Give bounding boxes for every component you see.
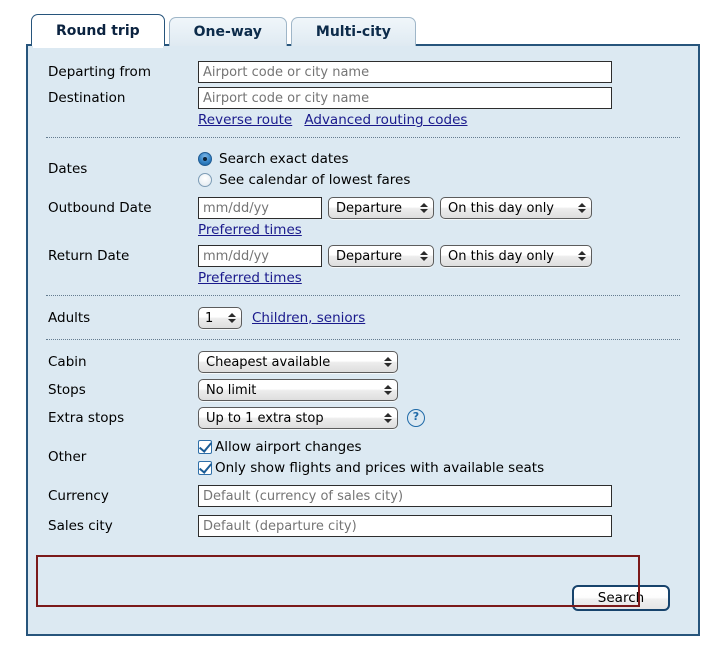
currency-label: Currency: [48, 488, 109, 504]
return-date-label: Return Date: [48, 248, 130, 264]
cabin-value: Cheapest available: [206, 354, 331, 370]
cabin-row: Cabin Cheapest available: [46, 350, 680, 374]
cabin-label: Cabin: [48, 354, 87, 370]
radio-search-exact-dates[interactable]: Search exact dates: [198, 148, 680, 169]
radio-see-calendar-lowest-fares-label: See calendar of lowest fares: [219, 171, 411, 188]
checkbox-only-available-seats-label: Only show flights and prices with availa…: [215, 459, 545, 476]
stepper-arrows-icon: [418, 247, 429, 265]
tab-round-trip[interactable]: Round trip: [31, 14, 165, 48]
checkbox-allow-airport-changes-label: Allow airport changes: [215, 438, 362, 455]
outbound-preferred-times-row: Preferred times: [46, 222, 680, 238]
currency-input[interactable]: [198, 485, 612, 507]
outbound-date-row: Outbound Date Departure On this day only: [46, 196, 680, 220]
stops-row: Stops No limit: [46, 378, 680, 402]
checkbox-checked-icon: [198, 460, 212, 475]
departing-from-label: Departing from: [48, 64, 151, 80]
sales-city-label: Sales city: [48, 518, 113, 534]
stops-label: Stops: [48, 382, 86, 398]
checkbox-checked-icon: [198, 439, 212, 454]
departing-from-input[interactable]: [198, 61, 612, 83]
dates-row: Dates Search exact dates See calendar of…: [46, 148, 680, 190]
other-label: Other: [48, 449, 87, 465]
destination-label: Destination: [48, 90, 126, 106]
destination-row: Destination: [46, 86, 680, 110]
radio-unselected-icon: [198, 172, 212, 187]
reverse-route-link[interactable]: Reverse route: [198, 112, 292, 128]
trip-type-tabs: Round trip One-way Multi-city: [31, 14, 420, 48]
return-preferred-times-link[interactable]: Preferred times: [198, 270, 302, 286]
other-row: Other Allow airport changes Only show fl…: [46, 436, 680, 478]
cabin-select[interactable]: Cheapest available: [198, 351, 398, 373]
checkbox-only-available-seats[interactable]: Only show flights and prices with availa…: [198, 457, 680, 478]
return-time-type-select[interactable]: Departure: [328, 245, 434, 267]
children-seniors-link[interactable]: Children, seniors: [252, 310, 365, 326]
flight-search-panel: Departing from Destination Reverse route…: [26, 44, 700, 636]
question-mark-circle-icon[interactable]: ?: [407, 409, 425, 427]
tab-one-way[interactable]: One-way: [168, 17, 287, 46]
stepper-arrows-icon: [382, 353, 393, 371]
advanced-routing-codes-link[interactable]: Advanced routing codes: [304, 112, 467, 128]
radio-search-exact-dates-label: Search exact dates: [219, 150, 349, 167]
return-day-range-select[interactable]: On this day only: [440, 245, 592, 267]
extra-stops-value: Up to 1 extra stop: [206, 410, 324, 426]
tab-multi-city-label: Multi-city: [315, 24, 391, 40]
extra-stops-label: Extra stops: [48, 410, 125, 426]
sales-city-input[interactable]: [198, 515, 612, 537]
return-time-type-value: Departure: [336, 248, 402, 264]
return-preferred-times-row: Preferred times: [46, 270, 680, 286]
outbound-date-label: Outbound Date: [48, 200, 152, 216]
separator-dates: [46, 295, 680, 297]
checkbox-allow-airport-changes[interactable]: Allow airport changes: [198, 436, 680, 457]
adults-count-value: 1: [205, 310, 214, 326]
stops-select[interactable]: No limit: [198, 379, 398, 401]
tab-round-trip-label: Round trip: [56, 22, 140, 39]
search-button-label: Search: [597, 590, 645, 606]
separator-passengers: [46, 339, 680, 341]
radio-selected-icon: [198, 151, 212, 166]
return-day-range-value: On this day only: [448, 248, 554, 264]
adults-count-select[interactable]: 1: [198, 307, 242, 329]
stepper-arrows-icon: [226, 309, 237, 327]
departing-from-row: Departing from: [46, 60, 680, 84]
return-date-input[interactable]: [198, 245, 322, 267]
adults-row: Adults 1 Children, seniors: [46, 306, 680, 330]
search-button[interactable]: Search: [572, 585, 670, 611]
stepper-arrows-icon: [382, 381, 393, 399]
outbound-day-range-select[interactable]: On this day only: [440, 197, 592, 219]
extra-stops-row: Extra stops Up to 1 extra stop ?: [46, 406, 680, 430]
stepper-arrows-icon: [382, 409, 393, 427]
route-links: Reverse route Advanced routing codes: [46, 112, 680, 128]
destination-input[interactable]: [198, 87, 612, 109]
return-date-row: Return Date Departure On this day only: [46, 244, 680, 268]
dates-label: Dates: [48, 161, 88, 177]
adults-label: Adults: [48, 310, 91, 326]
separator-routes: [46, 137, 680, 139]
tab-one-way-label: One-way: [193, 24, 262, 40]
outbound-preferred-times-link[interactable]: Preferred times: [198, 222, 302, 238]
currency-row: Currency: [46, 484, 680, 508]
sales-city-row: Sales city: [46, 514, 680, 538]
stepper-arrows-icon: [576, 247, 587, 265]
outbound-time-type-value: Departure: [336, 200, 402, 216]
radio-see-calendar-lowest-fares[interactable]: See calendar of lowest fares: [198, 169, 680, 190]
stepper-arrows-icon: [418, 199, 429, 217]
stepper-arrows-icon: [576, 199, 587, 217]
stops-value: No limit: [206, 382, 257, 398]
extra-stops-select[interactable]: Up to 1 extra stop: [198, 407, 398, 429]
outbound-date-input[interactable]: [198, 197, 322, 219]
outbound-time-type-select[interactable]: Departure: [328, 197, 434, 219]
tab-multi-city[interactable]: Multi-city: [290, 17, 416, 46]
outbound-day-range-value: On this day only: [448, 200, 554, 216]
